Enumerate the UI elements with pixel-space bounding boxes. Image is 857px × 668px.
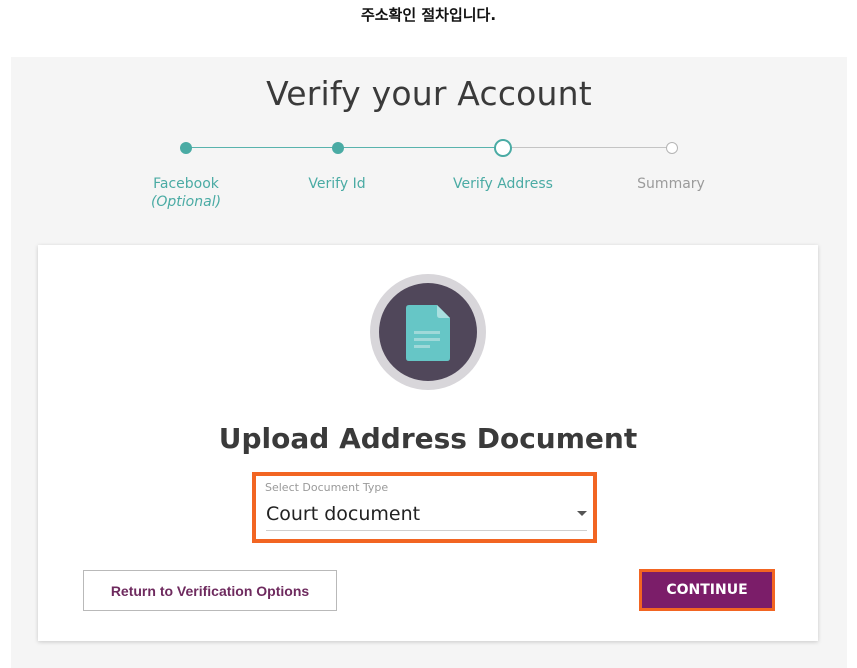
step-optional-note: (Optional) bbox=[150, 194, 222, 210]
continue-button[interactable]: CONTINUE bbox=[642, 572, 772, 608]
stepper-line-1 bbox=[187, 147, 337, 148]
step-dot-facebook[interactable] bbox=[180, 142, 192, 154]
verification-panel: Verify your Account Facebook (Optional) … bbox=[11, 57, 847, 668]
step-label-summary: Summary bbox=[596, 176, 746, 192]
select-value[interactable]: Court document bbox=[266, 503, 420, 525]
step-label-text: Verify Id bbox=[308, 176, 366, 192]
step-dot-verify-address[interactable] bbox=[494, 139, 512, 157]
step-label-verify-address[interactable]: Verify Address bbox=[428, 176, 578, 192]
step-label-facebook[interactable]: Facebook (Optional) bbox=[111, 176, 261, 210]
page-title: Verify your Account bbox=[266, 74, 592, 113]
step-dot-verify-id[interactable] bbox=[332, 142, 344, 154]
select-label: Select Document Type bbox=[265, 481, 389, 494]
stepper-line-2 bbox=[337, 147, 495, 148]
document-type-select[interactable]: Select Document Type Court document bbox=[252, 472, 597, 543]
caret-down-icon[interactable] bbox=[577, 511, 587, 516]
select-underline bbox=[266, 530, 587, 531]
document-icon-badge bbox=[370, 274, 486, 390]
document-icon bbox=[406, 305, 450, 361]
return-to-options-button[interactable]: Return to Verification Options bbox=[83, 570, 337, 611]
upload-card: Upload Address Document Select Document … bbox=[38, 245, 818, 641]
step-label-text: Verify Address bbox=[453, 176, 553, 192]
step-label-text: Summary bbox=[637, 176, 705, 192]
upload-heading: Upload Address Document bbox=[218, 422, 638, 455]
step-dot-summary bbox=[666, 142, 678, 154]
continue-highlight: CONTINUE bbox=[639, 569, 775, 611]
stepper-line-3 bbox=[511, 147, 669, 148]
annotation-caption: 주소확인 절차입니다. bbox=[360, 6, 497, 24]
step-label-verify-id[interactable]: Verify Id bbox=[262, 176, 412, 192]
step-label-text: Facebook bbox=[153, 176, 219, 192]
